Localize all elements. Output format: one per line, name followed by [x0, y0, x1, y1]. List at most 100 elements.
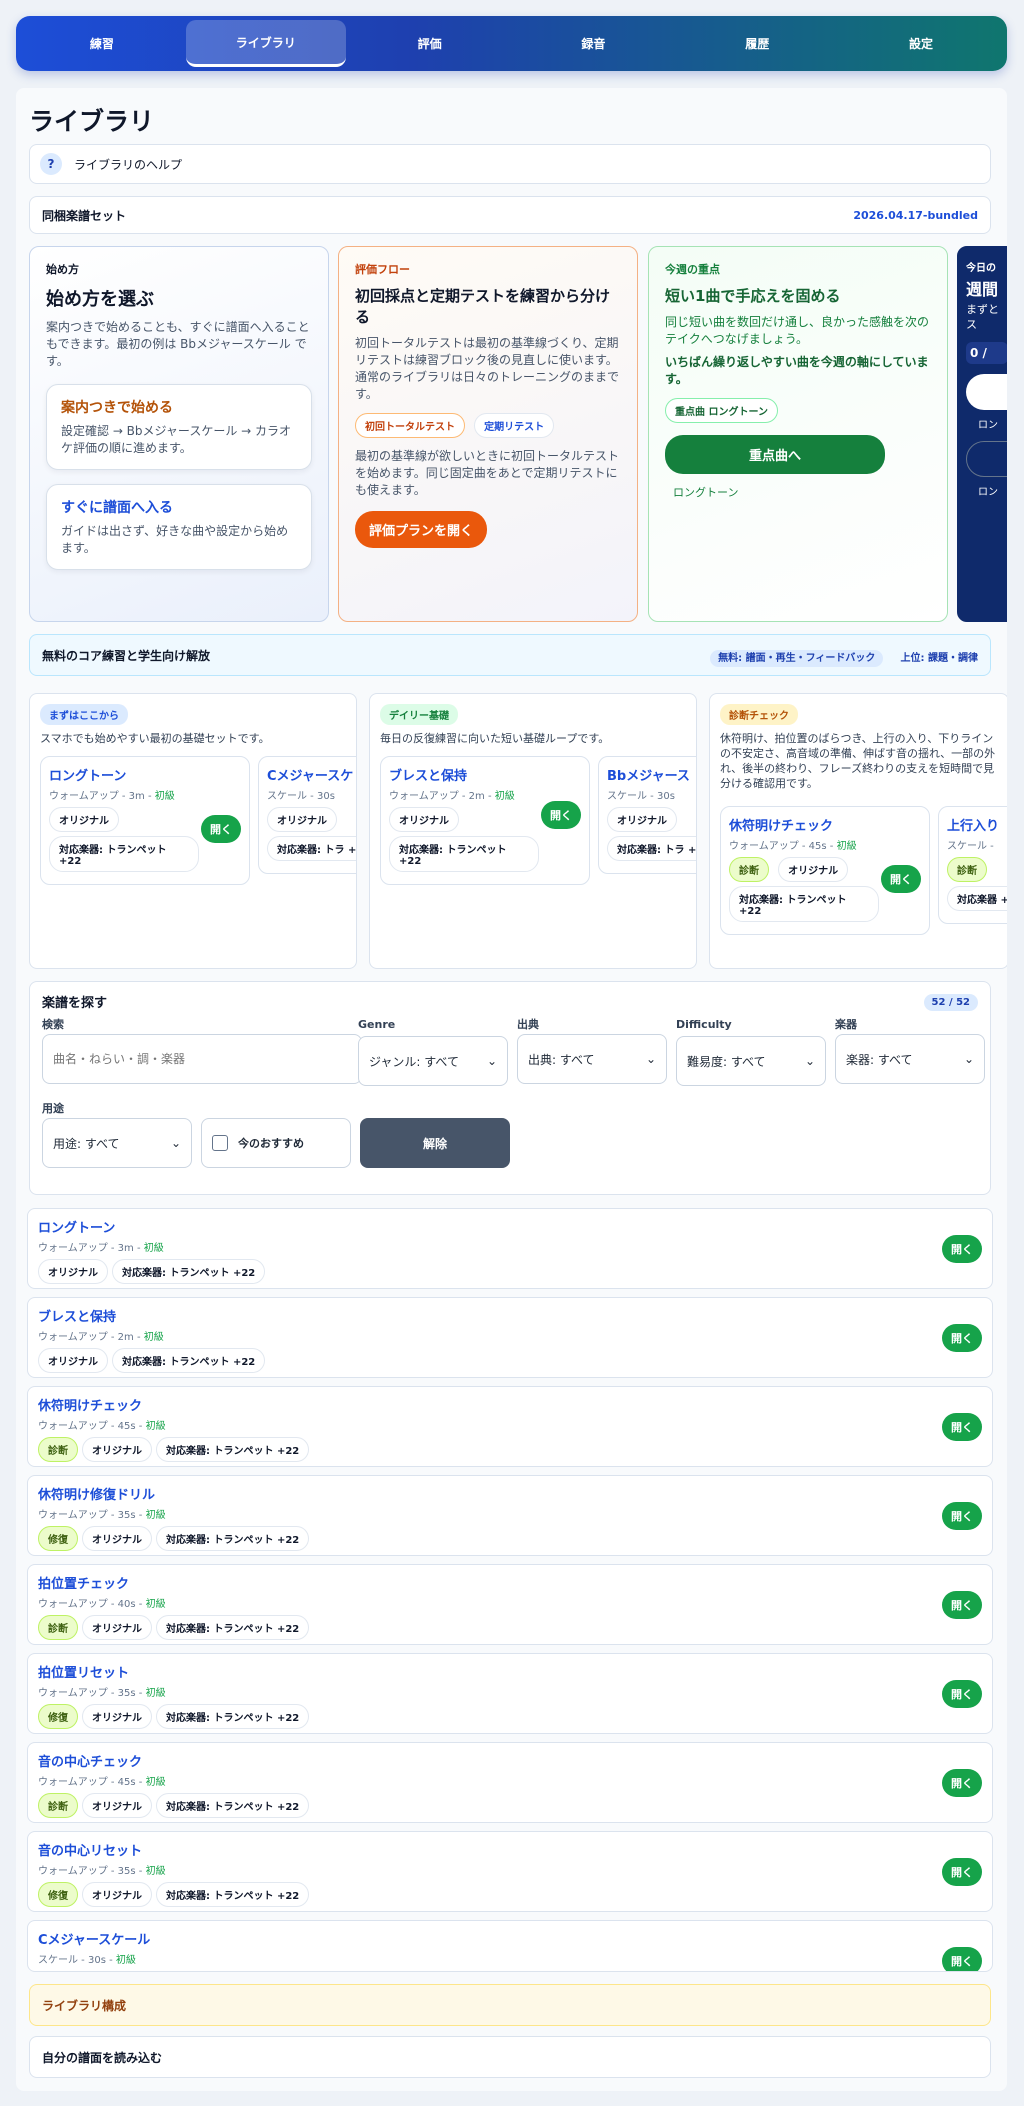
week-title: 週間: [966, 280, 999, 299]
daily-set: デイリー基礎 毎日の反復練習に向いた短い基礎ループです。 ブレスと保持 ウォーム…: [369, 693, 697, 969]
search-title: 楽譜を探す: [42, 996, 108, 1011]
tab-settings[interactable]: 設定: [841, 20, 1001, 67]
tab-history[interactable]: 履歴: [677, 20, 837, 67]
piece-meta: ウォームアップ - 3m -: [38, 1243, 144, 1254]
go-focus-piece-button[interactable]: 重点曲へ: [665, 435, 885, 474]
tab-library[interactable]: ライブラリ: [185, 20, 346, 67]
diagnostic-piece-card-2[interactable]: 上行入り スケール - 診断 対応楽器 +22: [938, 806, 1007, 924]
top-tab-bar: 練習 ライブラリ 評価 録音 履歴 設定: [16, 16, 1007, 71]
open-button[interactable]: 開く: [942, 1591, 982, 1619]
piece-title: 拍位置チェック: [38, 1577, 130, 1592]
source-label: 出典: [517, 1018, 539, 1031]
daily-piece-card-2[interactable]: Bbメジャース スケール - 30s オリジナル 対応楽器: トラ +22: [598, 756, 696, 874]
category-chip: 修復: [38, 1882, 78, 1907]
diagnostic-piece-card[interactable]: 休符明けチェック ウォームアップ - 45s - 初級 診断 オリジナル 対応楽…: [720, 806, 930, 935]
guided-start-option[interactable]: 案内つきで始める 設定確認 → Bbメジャースケール → カラオケ評価の順に進め…: [46, 384, 312, 470]
diagnosis-chip: 診断: [947, 857, 987, 882]
category-chip: 修復: [38, 1704, 78, 1729]
search-input[interactable]: [42, 1034, 362, 1084]
piece-level: 初級: [145, 1599, 166, 1610]
piece-meta: スケール - 30s: [607, 791, 675, 802]
import-score-section[interactable]: 自分の譜面を読み込む: [29, 2036, 991, 2078]
piece-meta: ウォームアップ - 45s -: [38, 1777, 146, 1788]
open-button[interactable]: 開く: [881, 865, 921, 893]
piece-level: 初級: [145, 1421, 166, 1432]
piece-row[interactable]: 休符明け修復ドリル ウォームアップ - 35s - 初級 修復 オリジナル 対応楽器: …: [27, 1475, 993, 1556]
category-chip: 修復: [38, 1526, 78, 1551]
week-action-button[interactable]: [966, 374, 1007, 410]
instrument-select[interactable]: 楽器: すべて ⌄: [835, 1034, 985, 1084]
starter-piece-card-2[interactable]: Cメジャースケ スケール - 30s オリジナル 対応楽器: トラ +22: [258, 756, 356, 874]
focus-desc: 同じ短い曲を数回だけ通し、良かった感触を次のテイクへつなげましょう。: [665, 315, 930, 346]
instrument-label: 楽器: [835, 1018, 857, 1031]
open-button[interactable]: 開く: [942, 1502, 982, 1530]
open-button[interactable]: 開く: [942, 1235, 982, 1263]
piece-row[interactable]: 音の中心チェック ウォームアップ - 45s - 初級 診断 オリジナル 対応楽器: ト…: [27, 1742, 993, 1823]
open-button[interactable]: 開く: [942, 1947, 982, 1971]
open-button[interactable]: 開く: [942, 1769, 982, 1797]
piece-row[interactable]: ブレスと保持 ウォームアップ - 2m - 初級 オリジナル 対応楽器: トランペット…: [27, 1297, 993, 1378]
tab-practice[interactable]: 練習: [22, 20, 182, 67]
open-button[interactable]: 開く: [942, 1680, 982, 1708]
tab-evaluation[interactable]: 評価: [350, 20, 510, 67]
bundle-bar[interactable]: 同梱楽譜セット 2026.04.17-bundled: [29, 196, 991, 234]
piece-row[interactable]: Cメジャースケール スケール - 30s - 初級 開く: [27, 1920, 993, 1972]
eval-desc: 初回トータルテストは最初の基準線づくり、定期リテストは練習ブロック後の見直しに使…: [355, 336, 620, 401]
diagnostic-desc: 休符明け、拍位置のばらつき、上行の入り、下りラインの不安定さ、高音域の準備、伸ば…: [720, 732, 996, 790]
open-button[interactable]: 開く: [541, 801, 581, 829]
tab-recording[interactable]: 録音: [513, 20, 673, 67]
piece-level: 初級: [115, 1955, 136, 1966]
open-button[interactable]: 開く: [942, 1324, 982, 1352]
open-button[interactable]: 開く: [942, 1413, 982, 1441]
piece-meta: ウォームアップ - 35s -: [38, 1866, 146, 1877]
piece-title: Cメジャースケ: [267, 769, 354, 784]
origin-chip: オリジナル: [38, 1259, 108, 1284]
open-eval-plan-button[interactable]: 評価プランを開く: [355, 511, 488, 548]
piece-meta: ウォームアップ - 40s -: [38, 1599, 146, 1610]
piece-row[interactable]: 拍位置リセット ウォームアップ - 35s - 初級 修復 オリジナル 対応楽器: トラ…: [27, 1653, 993, 1734]
starter-piece-card[interactable]: ロングトーン ウォームアップ - 3m - 初級 オリジナル 対応楽器: トラン…: [40, 756, 250, 885]
instrument-chip: 対応楽器: トランペット +22: [156, 1615, 310, 1640]
open-button[interactable]: 開く: [201, 815, 241, 843]
piece-row[interactable]: ロングトーン ウォームアップ - 3m - 初級 オリジナル 対応楽器: トランペット…: [27, 1208, 993, 1289]
clear-filters-button[interactable]: 解除: [360, 1118, 510, 1168]
piece-title: 休符明け修復ドリル: [38, 1488, 156, 1503]
library-help[interactable]: ? ライブラリのヘルプ: [29, 144, 991, 184]
core-practice-bar[interactable]: 無料のコア練習と学生向け解放 無料: 譜面・再生・フィードバック 上位: 課題・…: [29, 634, 991, 676]
origin-chip: オリジナル: [82, 1793, 152, 1818]
piece-row[interactable]: 拍位置チェック ウォームアップ - 40s - 初級 診断 オリジナル 対応楽器: トラ…: [27, 1564, 993, 1645]
piece-title: 休符明けチェック: [38, 1399, 143, 1414]
start-kicker: 始め方: [46, 263, 79, 276]
week-secondary-button[interactable]: [966, 441, 1007, 477]
starter-badge: まずはここから: [40, 704, 128, 725]
piece-title: ブレスと保持: [389, 769, 468, 784]
focus-kicker: 今週の重点: [665, 263, 720, 276]
recommend-checkbox[interactable]: [212, 1135, 228, 1151]
piece-meta: ウォームアップ - 35s -: [38, 1688, 146, 1699]
source-value: 出典: すべて: [528, 1052, 595, 1067]
purpose-label: 用途: [42, 1102, 64, 1115]
week-desc: まずとス: [966, 303, 999, 331]
piece-level: 初級: [145, 1866, 166, 1877]
piece-meta: ウォームアップ - 2m -: [38, 1332, 144, 1343]
piece-meta: ウォームアップ - 3m -: [49, 791, 155, 802]
genre-select[interactable]: ジャンル: すべて ⌄: [358, 1036, 508, 1086]
focus-sub: ロングトーン: [673, 486, 739, 499]
piece-meta: スケール - 30s -: [38, 1955, 116, 1966]
piece-level: 初級: [145, 1688, 166, 1699]
piece-meta: スケール - 30s: [267, 791, 335, 802]
piece-title: 音の中心チェック: [38, 1755, 143, 1770]
source-select[interactable]: 出典: すべて ⌄: [517, 1034, 667, 1084]
purpose-select[interactable]: 用途: すべて ⌄: [42, 1118, 192, 1168]
library-config-section[interactable]: ライブラリ構成: [29, 1984, 991, 2026]
periodic-retest-chip[interactable]: 定期リテスト: [474, 413, 555, 438]
instrument-chip: 対応楽器: トランペット +22: [729, 886, 879, 922]
difficulty-select[interactable]: 難易度: すべて ⌄: [676, 1036, 826, 1086]
piece-row[interactable]: 休符明けチェック ウォームアップ - 45s - 初級 診断 オリジナル 対応楽器: ト…: [27, 1386, 993, 1467]
piece-row[interactable]: 音の中心リセット ウォームアップ - 35s - 初級 修復 オリジナル 対応楽器: ト…: [27, 1831, 993, 1912]
initial-test-chip[interactable]: 初回トータルテスト: [355, 413, 465, 438]
daily-piece-card[interactable]: ブレスと保持 ウォームアップ - 2m - 初級 オリジナル 対応楽器: トラン…: [380, 756, 590, 885]
recommend-toggle[interactable]: 今のおすすめ: [201, 1118, 351, 1168]
open-button[interactable]: 開く: [942, 1858, 982, 1886]
direct-start-option[interactable]: すぐに譜面へ入る ガイドは出さず、好きな曲や設定から始めます。: [46, 484, 312, 570]
